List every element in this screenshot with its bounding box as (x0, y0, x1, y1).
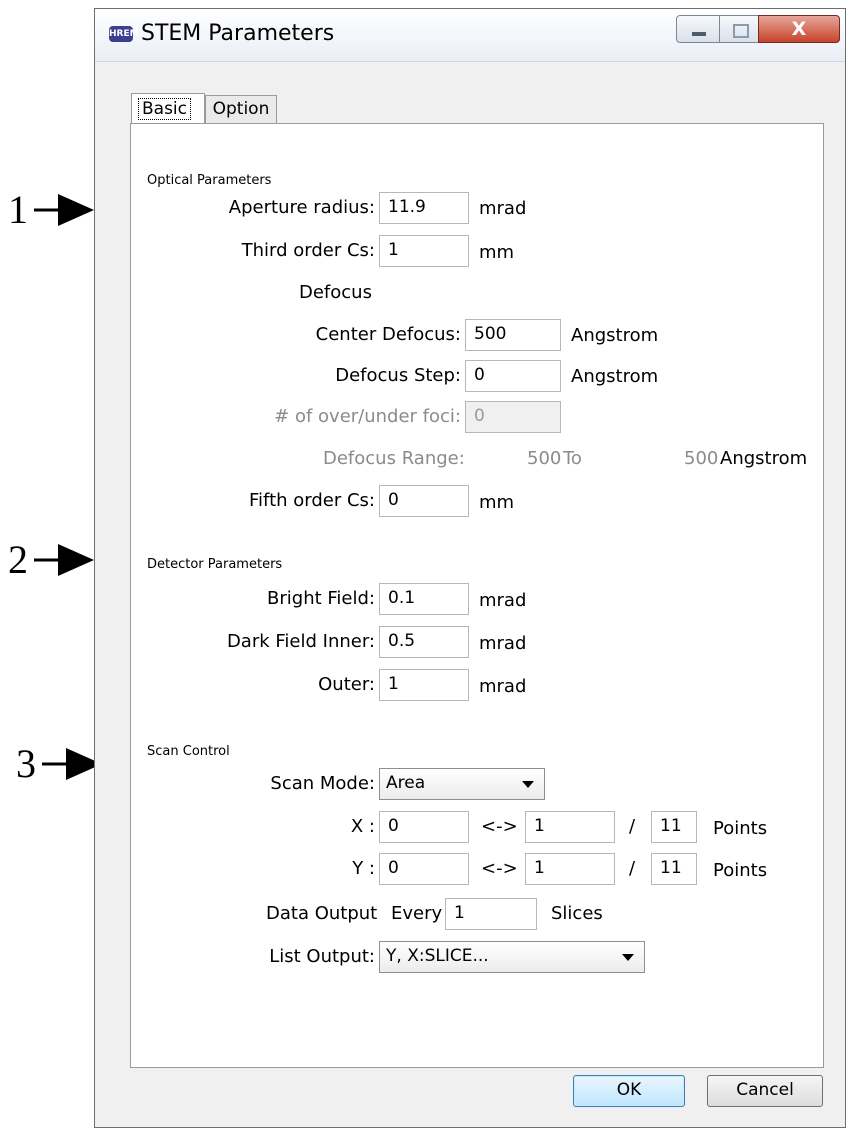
x-points-unit: Points (713, 818, 768, 839)
chevron-down-icon (622, 954, 634, 961)
bright-field-input[interactable]: 0.1 (379, 583, 469, 615)
tab-basic[interactable]: Basic (131, 93, 205, 125)
detector-parameters-heading: Detector Parameters (147, 557, 283, 572)
callout-3: 3 (16, 741, 102, 786)
defocus-range-to: 500 (684, 448, 719, 469)
callout-number: 2 (8, 537, 28, 582)
list-output-select[interactable]: Y, X:SLICE... (379, 941, 645, 973)
list-output-value: Y, X:SLICE... (386, 946, 489, 966)
outer-unit: mrad (479, 676, 527, 697)
center-defocus-input[interactable]: 500 (465, 319, 561, 351)
chevron-down-icon (522, 781, 534, 788)
slices-label: Slices (551, 903, 603, 924)
center-defocus-label: Center Defocus: (315, 324, 461, 345)
tab-option[interactable]: Option (205, 95, 277, 123)
center-defocus-unit: Angstrom (571, 325, 659, 346)
y-points-unit: Points (713, 860, 768, 881)
aperture-radius-input[interactable]: 11.9 (379, 192, 469, 224)
scan-mode-value: Area (386, 773, 426, 793)
outer-input[interactable]: 1 (379, 669, 469, 701)
y-from-input[interactable]: 0 (379, 853, 469, 885)
scan-mode-label: Scan Mode: (270, 773, 375, 794)
x-slash: / (629, 816, 636, 837)
maximize-button[interactable] (719, 15, 759, 43)
defocus-step-input[interactable]: 0 (465, 360, 561, 392)
app-icon: HREM (109, 26, 139, 42)
defocus-range-to-word: To (563, 448, 582, 469)
arrow-right-icon (34, 544, 94, 576)
fifth-order-cs-unit: mm (479, 492, 515, 513)
dark-field-inner-input[interactable]: 0.5 (379, 626, 469, 658)
defocus-heading: Defocus (299, 282, 372, 303)
close-icon: X (791, 18, 807, 40)
x-from-input[interactable]: 0 (379, 811, 469, 843)
dark-field-inner-label: Dark Field Inner: (226, 631, 375, 652)
title-bar: HREM STEM Parameters X (95, 9, 845, 62)
y-slash: / (629, 858, 636, 879)
every-slices-input[interactable]: 1 (445, 898, 537, 930)
defocus-step-unit: Angstrom (571, 366, 659, 387)
bright-field-label: Bright Field: (267, 588, 375, 609)
arrow-right-icon (34, 194, 94, 226)
maximize-icon (733, 24, 749, 38)
dark-field-inner-unit: mrad (479, 633, 527, 654)
third-order-cs-input[interactable]: 1 (379, 235, 469, 267)
stem-parameters-dialog: HREM STEM Parameters X Basic Option Opti… (94, 8, 846, 1128)
callout-number: 1 (8, 187, 28, 232)
bright-field-unit: mrad (479, 590, 527, 611)
x-to-input[interactable]: 1 (525, 811, 615, 843)
fifth-order-cs-input[interactable]: 0 (379, 485, 469, 517)
tab-option-label: Option (212, 99, 270, 119)
y-to-input[interactable]: 1 (525, 853, 615, 885)
y-points-input[interactable]: 11 (651, 853, 697, 885)
y-range-arrow: <-> (481, 858, 518, 879)
third-order-cs-unit: mm (479, 242, 515, 263)
window-title: STEM Parameters (141, 21, 335, 46)
defocus-range-label: Defocus Range: (323, 448, 465, 469)
basic-tab-panel: Optical Parameters Aperture radius: 11.9… (130, 123, 824, 1068)
callout-number: 3 (16, 741, 36, 786)
minimize-icon (692, 32, 706, 36)
callout-1: 1 (8, 187, 94, 232)
callout-2: 2 (8, 537, 94, 582)
cancel-button[interactable]: Cancel (707, 1075, 823, 1107)
close-button[interactable]: X (758, 15, 840, 43)
data-output-label: Data Output (266, 903, 378, 924)
fifth-order-cs-label: Fifth order Cs: (249, 490, 375, 511)
minimize-button[interactable] (676, 15, 720, 43)
defocus-range-from: 500 (527, 448, 562, 469)
aperture-radius-unit: mrad (479, 198, 527, 219)
aperture-radius-label: Aperture radius: (228, 197, 375, 218)
third-order-cs-label: Third order Cs: (241, 240, 375, 261)
scan-mode-select[interactable]: Area (379, 768, 545, 800)
y-range-label: Y : (352, 858, 375, 879)
defocus-step-label: Defocus Step: (335, 365, 461, 386)
foci-count-input[interactable]: 0 (465, 401, 561, 433)
x-range-arrow: <-> (481, 816, 518, 837)
optical-parameters-heading: Optical Parameters (147, 173, 272, 188)
ok-button[interactable]: OK (573, 1075, 685, 1107)
foci-count-label: # of over/under foci: (274, 406, 461, 427)
every-label: Every (391, 903, 443, 924)
x-points-input[interactable]: 11 (651, 811, 697, 843)
x-range-label: X : (350, 816, 375, 837)
tab-basic-label: Basic (138, 98, 192, 120)
outer-label: Outer: (318, 674, 375, 695)
defocus-range-unit: Angstrom (720, 448, 808, 469)
list-output-label: List Output: (269, 946, 375, 967)
scan-control-heading: Scan Control (147, 744, 230, 759)
